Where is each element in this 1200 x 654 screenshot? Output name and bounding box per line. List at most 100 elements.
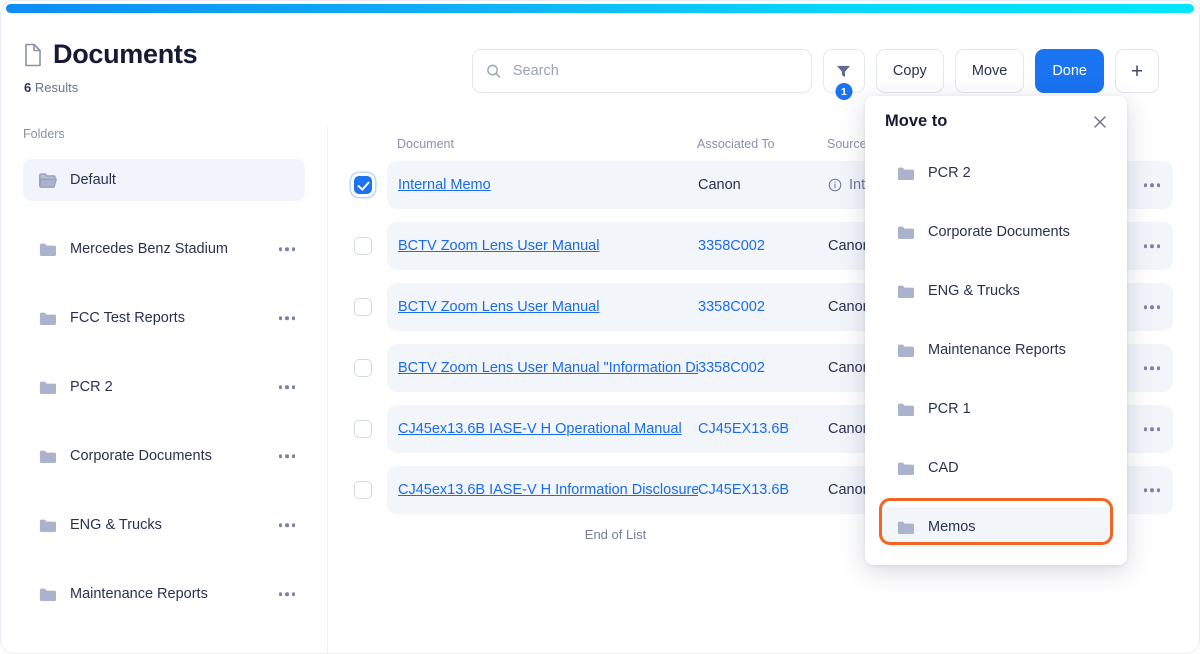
move-to-item-5[interactable]: CAD [879,448,1113,488]
folder-options-icon[interactable] [278,454,295,458]
cell-document-link[interactable]: CJ45ex13.6B IASE-V H Information Disclos… [398,482,698,498]
sidebar-item-label: Default [70,172,116,188]
dot [285,454,289,458]
row-checkbox[interactable] [354,359,372,377]
sidebar-item-label: Mercedes Benz Stadium [70,241,228,257]
search-icon [486,64,501,79]
folder-icon [897,402,915,417]
dot [285,385,289,389]
dot [1150,244,1154,248]
document-icon [23,43,43,67]
column-header-document: Document [397,137,454,151]
row-options-icon[interactable] [1143,305,1160,309]
move-to-item-label: CAD [928,460,959,476]
row-options-icon[interactable] [1143,427,1160,431]
sidebar-item-4[interactable]: Corporate Documents [23,435,305,477]
end-of-list-label: End of List [584,527,647,542]
dot [285,316,289,320]
move-to-item-3[interactable]: Maintenance Reports [879,330,1113,370]
dot [1156,183,1160,187]
sidebar-item-3[interactable]: PCR 2 [23,366,305,408]
dot [1143,305,1147,309]
dot [1150,305,1154,309]
row-options-icon[interactable] [1143,366,1160,370]
row-checkbox[interactable] [354,481,372,499]
sidebar-item-label: PCR 2 [70,379,113,395]
sidebar-label: Folders [23,127,65,141]
sidebar-item-1[interactable]: Mercedes Benz Stadium [23,228,305,270]
dot [1143,366,1147,370]
row-options-icon[interactable] [1143,183,1160,187]
close-icon[interactable] [1091,113,1109,131]
dot [291,523,295,527]
folder-icon [897,284,915,299]
row-checkbox[interactable] [354,298,372,316]
cell-document-link[interactable]: CJ45ex13.6B IASE-V H Operational Manual [398,421,698,437]
move-button[interactable]: Move [954,49,1025,93]
dot [291,316,295,320]
results-label: Results [34,80,79,95]
add-document-button[interactable]: + [1115,49,1159,93]
sidebar-item-label: Maintenance Reports [70,586,208,602]
dot [1143,427,1147,431]
sidebar-item-2[interactable]: FCC Test Reports [23,297,305,339]
move-to-item-2[interactable]: ENG & Trucks [879,271,1113,311]
row-options-icon[interactable] [1143,244,1160,248]
cell-associated-to[interactable]: CJ45EX13.6B [698,482,828,498]
sidebar-item-5[interactable]: ENG & Trucks [23,504,305,546]
folder-icon [897,225,915,240]
search-input[interactable] [471,49,812,93]
folder-options-icon[interactable] [278,523,295,527]
cell-document-link[interactable]: BCTV Zoom Lens User Manual [398,238,698,254]
done-button[interactable]: Done [1035,49,1104,93]
dot [285,523,289,527]
cell-document-link[interactable]: BCTV Zoom Lens User Manual "Information … [398,360,698,376]
move-to-item-6[interactable]: Memos [879,507,1113,547]
info-circle-icon [828,178,842,192]
folder-icon [39,311,57,326]
move-to-item-1[interactable]: Corporate Documents [879,212,1113,252]
move-to-list: PCR 2 Corporate Documents ENG & Trucks Main… [865,153,1127,547]
folder-icon [39,380,57,395]
dot [1156,244,1160,248]
move-to-item-0[interactable]: PCR 2 [879,153,1113,193]
title-block: Documents 6 Results [23,41,198,96]
folder-options-icon[interactable] [278,385,295,389]
row-options-icon[interactable] [1143,488,1160,492]
folder-icon [897,166,915,181]
row-checkbox[interactable] [354,237,372,255]
sidebar-item-6[interactable]: Maintenance Reports [23,573,305,615]
dot [1150,183,1154,187]
folder-options-icon[interactable] [278,592,295,596]
sidebar-item-0[interactable]: Default [23,159,305,201]
filter-button[interactable]: 1 [822,49,865,100]
folder-icon [39,518,57,533]
cell-document-link[interactable]: BCTV Zoom Lens User Manual [398,299,698,315]
folder-open-icon [39,172,57,188]
cell-document-link[interactable]: Internal Memo [398,177,698,193]
popup-header: Move to [865,112,1127,131]
dot [1143,488,1147,492]
dot [1150,366,1154,370]
cell-associated-to[interactable]: CJ45EX13.6B [698,421,828,437]
toolbar: 1 Copy Move Done + [471,49,1159,100]
row-checkbox[interactable] [354,176,372,194]
row-checkbox[interactable] [354,420,372,438]
cell-associated-to[interactable]: 3358C002 [698,360,828,376]
move-to-popup: Move to PCR 2 Corporate Documents ENG & Tr… [865,96,1127,565]
dot [291,454,295,458]
folder-options-icon[interactable] [278,247,295,251]
move-to-item-4[interactable]: PCR 1 [879,389,1113,429]
dot [291,385,295,389]
sidebar-item-label: FCC Test Reports [70,310,185,326]
cell-associated-to[interactable]: 3358C002 [698,238,828,254]
folder-options-icon[interactable] [278,316,295,320]
move-to-item-label: Maintenance Reports [928,342,1066,358]
move-to-item-label: Memos [928,519,976,535]
dot [1150,488,1154,492]
move-to-item-label: ENG & Trucks [928,283,1020,299]
folder-icon [39,242,57,257]
folder-icon [897,343,915,358]
cell-associated-to[interactable]: 3358C002 [698,299,828,315]
copy-button[interactable]: Copy [875,49,944,93]
